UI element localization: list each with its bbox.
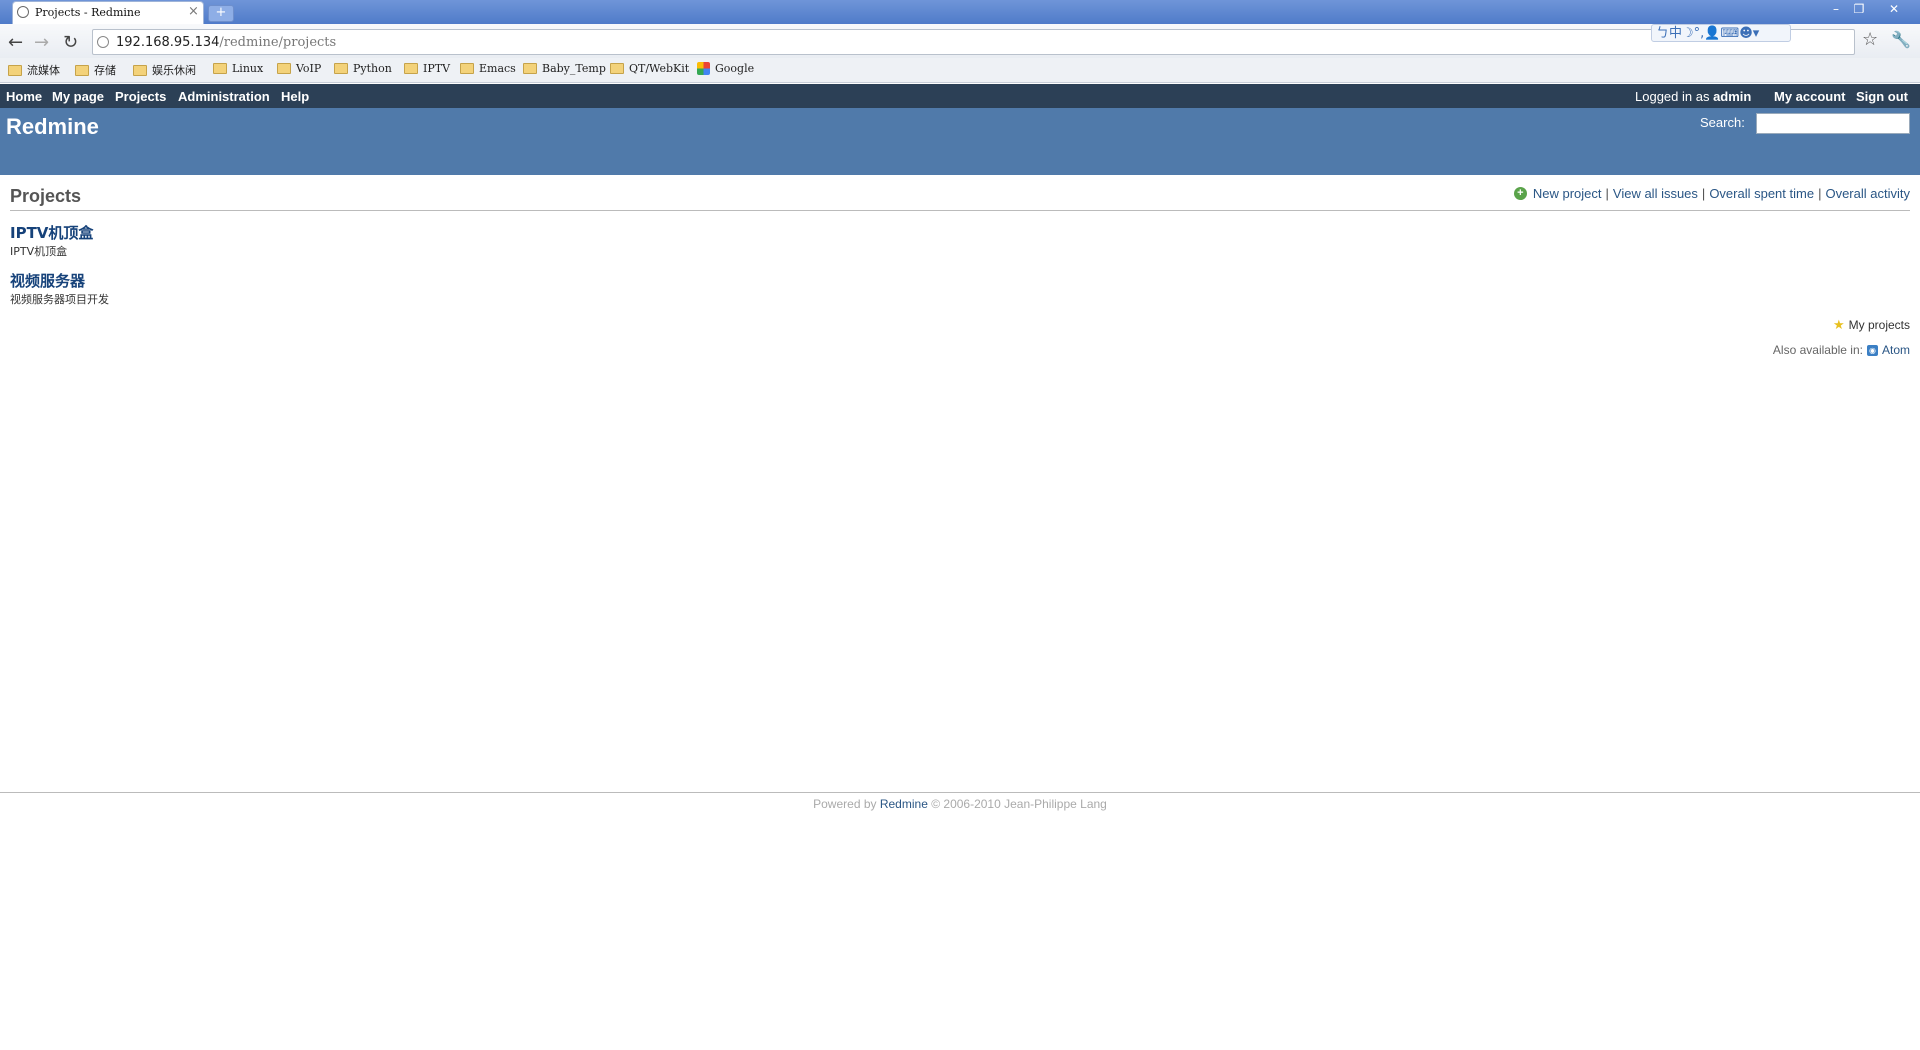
back-icon[interactable]: ←: [8, 32, 23, 53]
browser-title-bar: Projects - Redmine × + – ❐ ✕: [0, 0, 1920, 24]
google-icon: [697, 62, 710, 75]
browser-tab[interactable]: Projects - Redmine ×: [12, 1, 204, 24]
page-info-icon: [97, 36, 109, 48]
bookmark-label: Linux: [232, 62, 264, 75]
separator: |: [1701, 186, 1706, 201]
new-tab-button[interactable]: +: [208, 5, 234, 22]
project-link[interactable]: IPTV机顶盒: [10, 222, 93, 243]
logged-in-as: Logged in as admin: [1635, 89, 1751, 104]
atom-link[interactable]: Atom: [1882, 343, 1910, 357]
folder-icon: [75, 64, 89, 76]
project-link[interactable]: 视频服务器: [10, 270, 109, 291]
close-tab-icon[interactable]: ×: [188, 4, 199, 19]
bookmark-item[interactable]: VoIP: [277, 62, 321, 75]
folder-icon: [133, 64, 147, 76]
project-item: IPTV机顶盒 IPTV机顶盒: [10, 222, 93, 259]
url-host: 192.168.95.134: [116, 35, 220, 50]
menu-my-page[interactable]: My page: [52, 89, 104, 104]
also-available-label: Also available in:: [1772, 343, 1863, 357]
url-text[interactable]: 192.168.95.134/redmine/projects: [116, 35, 336, 50]
folder-icon: [523, 63, 537, 74]
wrench-icon[interactable]: 🔧: [1891, 30, 1911, 49]
project-description: IPTV机顶盒: [10, 245, 68, 258]
bookmarks-bar: 流媒体 存储 娱乐休闲 Linux VoIP Python IPTV Emacs…: [0, 58, 1920, 83]
address-bar[interactable]: 192.168.95.134/redmine/projects: [92, 29, 1855, 55]
bookmark-label: QT/WebKit: [629, 62, 690, 75]
bookmark-item[interactable]: Baby_Temp: [523, 62, 606, 75]
user-link[interactable]: admin: [1713, 89, 1751, 104]
bookmark-item[interactable]: Google: [697, 62, 754, 75]
browser-toolbar: ← → ↻ 192.168.95.134/redmine/projects: [0, 24, 1920, 61]
app-title: Redmine: [6, 114, 99, 139]
bookmark-item[interactable]: 娱乐休闲: [133, 62, 196, 78]
footer: Powered by Redmine © 2006-2010 Jean-Phil…: [0, 797, 1920, 811]
add-icon: +: [1513, 187, 1527, 200]
top-menu: Home My page Projects Administration Hel…: [0, 84, 1920, 108]
reload-icon[interactable]: ↻: [63, 32, 78, 53]
my-account-link[interactable]: My account: [1774, 89, 1846, 104]
ime-status-bar[interactable]: ㄅ中☽°,👤⌨☻▾: [1651, 24, 1791, 42]
overall-activity-link[interactable]: Overall activity: [1825, 186, 1910, 201]
title-divider: [10, 210, 1910, 211]
bookmark-label: Baby_Temp: [542, 62, 606, 75]
bookmark-item[interactable]: 存储: [75, 62, 116, 78]
bookmark-label: Google: [715, 62, 755, 75]
folder-icon: [404, 63, 418, 74]
bookmark-item[interactable]: Linux: [213, 62, 263, 75]
menu-help[interactable]: Help: [281, 89, 309, 104]
bookmark-star-icon[interactable]: ☆: [1862, 29, 1878, 50]
menu-administration[interactable]: Administration: [178, 89, 270, 104]
project-description: 视频服务器项目开发: [10, 293, 109, 306]
search-input[interactable]: [1756, 113, 1910, 134]
view-all-issues-link[interactable]: View all issues: [1613, 186, 1698, 201]
bookmark-label: Python: [353, 62, 392, 75]
folder-icon: [610, 63, 624, 74]
forward-icon[interactable]: →: [34, 32, 49, 53]
redmine-link[interactable]: Redmine: [880, 797, 928, 811]
other-formats: Also available in: ◉ Atom: [1773, 343, 1910, 357]
sign-out-link[interactable]: Sign out: [1856, 89, 1908, 104]
bookmark-label: 流媒体: [27, 64, 60, 77]
bookmark-item[interactable]: IPTV: [404, 62, 450, 75]
folder-icon: [277, 63, 291, 74]
page-title: Projects: [10, 186, 82, 206]
bookmark-label: IPTV: [423, 62, 451, 75]
project-item: 视频服务器 视频服务器项目开发: [10, 270, 109, 307]
url-path: /redmine/projects: [219, 35, 337, 50]
separator: |: [1818, 186, 1822, 201]
menu-projects[interactable]: Projects: [115, 89, 166, 104]
footer-divider: [0, 792, 1920, 793]
folder-icon: [213, 63, 227, 74]
copyright: © 2006-2010 Jean-Philippe Lang: [931, 797, 1107, 811]
bookmark-label: Emacs: [479, 62, 516, 75]
bookmark-item[interactable]: QT/WebKit: [610, 62, 689, 75]
close-window-button[interactable]: ✕: [1883, 2, 1905, 16]
bookmark-item[interactable]: Emacs: [460, 62, 516, 75]
separator: |: [1605, 186, 1609, 201]
bookmark-item[interactable]: Python: [334, 62, 392, 75]
header: Redmine Search:: [0, 108, 1920, 175]
star-icon: ★: [1832, 317, 1845, 332]
my-projects-label: My projects: [1848, 318, 1910, 332]
minimize-button[interactable]: –: [1825, 2, 1847, 16]
folder-icon: [334, 63, 348, 74]
bookmark-label: 存储: [94, 64, 116, 77]
bookmark-label: 娱乐休闲: [152, 64, 196, 77]
search-label: Search:: [1700, 115, 1745, 130]
page-icon: [17, 6, 29, 18]
my-projects-legend: ★ My projects: [1833, 317, 1910, 333]
bookmark-item[interactable]: 流媒体: [8, 62, 60, 78]
menu-home[interactable]: Home: [6, 89, 42, 104]
overall-spent-time-link[interactable]: Overall spent time: [1709, 186, 1814, 201]
folder-icon: [460, 63, 474, 74]
new-project-link[interactable]: New project: [1533, 186, 1602, 201]
bookmark-label: VoIP: [296, 62, 322, 75]
logged-in-label: Logged in as: [1635, 89, 1710, 104]
contextual-links: + New project | View all issues | Overal…: [1513, 186, 1910, 201]
tab-title: Projects - Redmine: [35, 6, 141, 19]
folder-icon: [8, 64, 22, 76]
powered-by-label: Powered by: [813, 797, 877, 811]
restore-button[interactable]: ❐: [1848, 2, 1870, 16]
feed-icon: ◉: [1866, 344, 1878, 356]
